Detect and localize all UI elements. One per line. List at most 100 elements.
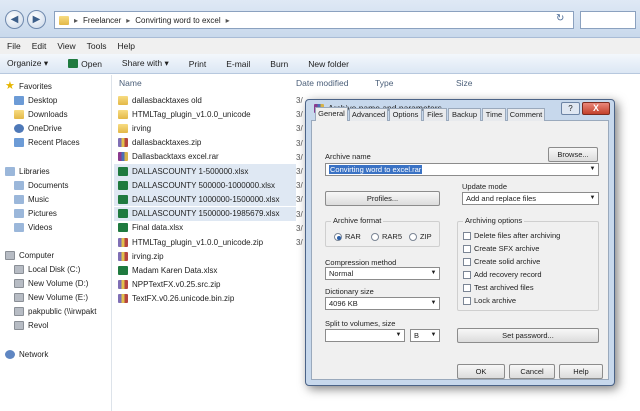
option-recovery-record[interactable]: Add recovery record <box>463 270 542 279</box>
email-button[interactable]: E-mail <box>226 59 250 69</box>
nav-downloads[interactable]: Downloads <box>14 110 68 119</box>
menu-file[interactable]: File <box>7 41 21 51</box>
tab-files[interactable]: Files <box>423 108 447 121</box>
format-rar-radio[interactable]: RAR <box>334 232 361 241</box>
file-name: DALLASCOUNTY 1500000-1985679.xlsx <box>132 209 280 219</box>
format-rar5-radio[interactable]: RAR5 <box>371 232 402 241</box>
address-bar[interactable]: ▸ Freelancer ▸ Convirting word to excel … <box>54 11 574 29</box>
file-row[interactable]: DALLASCOUNTY 1500000-1985679.xlsx <box>114 206 296 221</box>
file-row[interactable]: TextFX.v0.26.unicode.bin.zip <box>114 292 296 306</box>
dictionary-select[interactable]: 4096 KB ▼ <box>325 297 440 310</box>
nav-music[interactable]: Music <box>14 195 49 204</box>
menu-tools[interactable]: Tools <box>87 41 107 51</box>
file-row[interactable]: Final data.xlsx <box>114 221 296 235</box>
checkbox-icon <box>463 283 471 292</box>
nav-documents[interactable]: Documents <box>14 181 68 190</box>
nav-onedrive[interactable]: OneDrive <box>14 124 62 133</box>
nav-libraries[interactable]: Libraries <box>5 167 50 176</box>
format-zip-radio[interactable]: ZIP <box>409 232 432 241</box>
nav-pictures[interactable]: Pictures <box>14 209 57 218</box>
file-row[interactable]: HTMLTag_plugin_v1.0.0_unicode.zip <box>114 235 296 249</box>
file-row[interactable]: dallasbacktaxes.zip <box>114 136 296 150</box>
file-row[interactable]: DALLASCOUNTY 500000-1000000.xlsx <box>114 178 296 193</box>
file-row[interactable]: Madam Karen Data.xlsx <box>114 263 296 277</box>
computer-icon <box>5 251 15 260</box>
print-button[interactable]: Print <box>189 59 206 69</box>
nav-label: New Volume (E:) <box>28 293 89 302</box>
file-row[interactable]: NPPTextFX.v0.25.src.zip <box>114 278 296 292</box>
file-row[interactable]: irving.zip <box>114 249 296 263</box>
file-row[interactable]: irving <box>114 121 296 135</box>
nav-videos[interactable]: Videos <box>14 223 52 232</box>
file-row[interactable]: DALLASCOUNTY 1000000-1500000.xlsx <box>114 192 296 207</box>
split-unit-select[interactable]: B ▼ <box>410 329 440 342</box>
rar-icon <box>118 152 128 162</box>
ok-button[interactable]: OK <box>457 364 505 379</box>
file-date: 3/ <box>296 181 303 191</box>
browse-button[interactable]: Browse... <box>548 147 598 162</box>
file-date: 3/ <box>296 223 303 233</box>
tab-backup[interactable]: Backup <box>448 108 481 121</box>
share-button[interactable]: Share with ▾ <box>122 58 169 69</box>
menu-help[interactable]: Help <box>117 41 134 51</box>
file-row[interactable]: HTMLTag_plugin_v1.0.0_unicode <box>114 107 296 121</box>
nav-new-volume-e[interactable]: New Volume (E:) <box>14 293 88 302</box>
option-lock-archive[interactable]: Lock archive <box>463 296 516 305</box>
zip-icon <box>118 251 128 261</box>
file-row[interactable]: dallasbacktaxes old <box>114 93 296 107</box>
close-icon[interactable]: X <box>582 102 610 115</box>
set-password-button[interactable]: Set password... <box>457 328 599 343</box>
search-input[interactable] <box>580 11 636 29</box>
nav-pakpublic[interactable]: pakpublic (\\irwpakt <box>14 307 96 316</box>
nav-network[interactable]: Network <box>5 350 48 359</box>
new-folder-button[interactable]: New folder <box>308 59 349 69</box>
nav-revol[interactable]: Revol <box>14 321 48 330</box>
breadcrumb-freelancer[interactable]: Freelancer <box>83 16 121 25</box>
profiles-button[interactable]: Profiles... <box>325 191 440 206</box>
refresh-icon[interactable]: ↻ <box>556 13 570 27</box>
col-type[interactable]: Type <box>375 78 393 88</box>
forward-button[interactable]: ▶ <box>27 10 46 29</box>
col-size[interactable]: Size <box>456 78 473 88</box>
menu-edit[interactable]: Edit <box>32 41 47 51</box>
column-headers: Name Date modified Type Size <box>113 75 640 91</box>
menu-view[interactable]: View <box>57 41 75 51</box>
tab-advanced[interactable]: Advanced <box>349 108 388 121</box>
archive-name-input[interactable]: Convirting word to excel.rar ▼ <box>325 163 599 176</box>
chevron-down-icon: ▼ <box>430 332 437 338</box>
help-button[interactable]: Help <box>559 364 603 379</box>
option-delete-files[interactable]: Delete files after archiving <box>463 231 560 240</box>
dialog-help-icon[interactable]: ? <box>561 102 580 115</box>
file-name: dallasbacktaxes old <box>132 95 202 105</box>
cancel-button[interactable]: Cancel <box>509 364 555 379</box>
col-name[interactable]: Name <box>119 78 142 88</box>
option-test-files[interactable]: Test archived files <box>463 283 534 292</box>
back-button[interactable]: ◀ <box>5 10 24 29</box>
open-button[interactable]: Open <box>68 59 102 69</box>
tab-options[interactable]: Options <box>389 108 422 121</box>
file-row[interactable]: Dallasbacktaxs excel.rar <box>114 150 296 164</box>
tab-time[interactable]: Time <box>482 108 506 121</box>
option-solid-archive[interactable]: Create solid archive <box>463 257 540 266</box>
nav-new-volume-d[interactable]: New Volume (D:) <box>14 279 88 288</box>
split-size-input[interactable]: ▼ <box>325 329 405 342</box>
nav-desktop[interactable]: Desktop <box>14 96 57 105</box>
nav-computer[interactable]: Computer <box>5 251 54 260</box>
tab-general[interactable]: General <box>315 107 348 121</box>
burn-button[interactable]: Burn <box>270 59 288 69</box>
nav-favorites[interactable]: ★ Favorites <box>5 81 52 92</box>
col-date[interactable]: Date modified <box>296 78 348 88</box>
tab-comment[interactable]: Comment <box>507 108 545 121</box>
zip-icon <box>118 237 128 247</box>
nav-recent-places[interactable]: Recent Places <box>14 138 80 147</box>
breadcrumb-current[interactable]: Convirting word to excel <box>135 16 220 25</box>
update-mode-select[interactable]: Add and replace files ▼ <box>462 192 599 205</box>
file-row[interactable]: DALLASCOUNTY 1-500000.xlsx <box>114 164 296 178</box>
organize-button[interactable]: Organize ▾ <box>7 58 48 69</box>
nav-label: Pictures <box>28 209 57 218</box>
compression-select[interactable]: Normal ▼ <box>325 267 440 280</box>
checkbox-icon <box>463 270 471 279</box>
option-create-sfx[interactable]: Create SFX archive <box>463 244 539 253</box>
music-icon <box>14 195 24 204</box>
nav-local-disk[interactable]: Local Disk (C:) <box>14 265 80 274</box>
